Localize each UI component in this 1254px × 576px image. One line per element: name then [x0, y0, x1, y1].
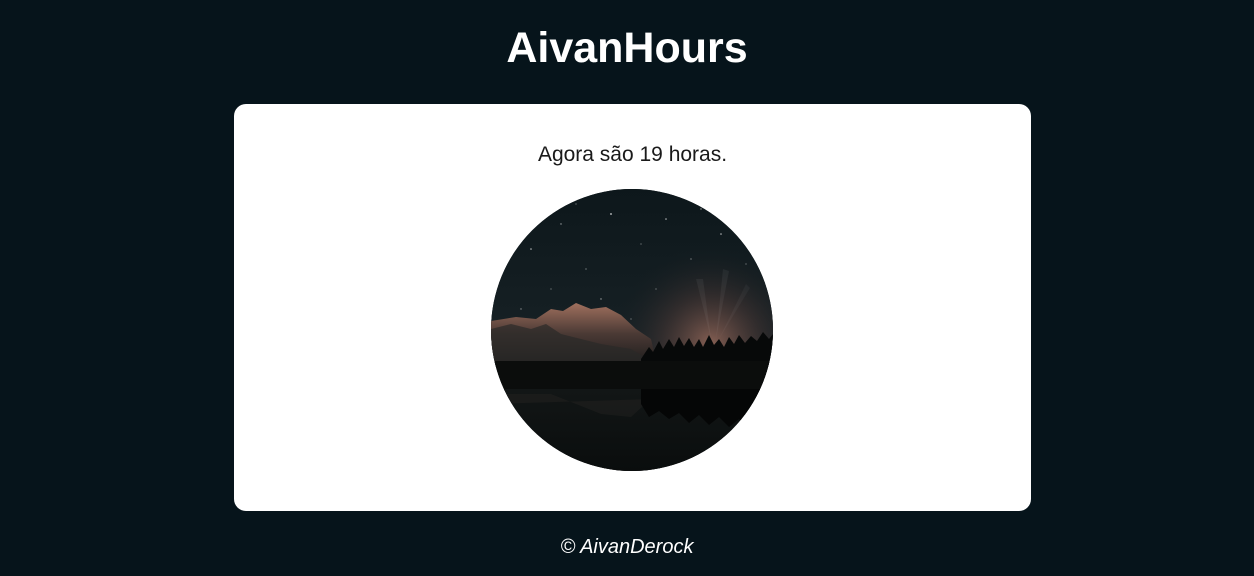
night-landscape-illustration	[491, 189, 773, 471]
content-card: Agora são 19 horas.	[234, 104, 1031, 511]
night-landscape-image	[491, 189, 773, 471]
page-title: AivanHours	[506, 24, 748, 72]
footer-copyright: © AivanDerock	[560, 536, 694, 558]
time-message: Agora são 19 horas.	[537, 143, 728, 166]
page: AivanHours Agora são 19 horas. © AivanDe…	[0, 0, 1254, 576]
